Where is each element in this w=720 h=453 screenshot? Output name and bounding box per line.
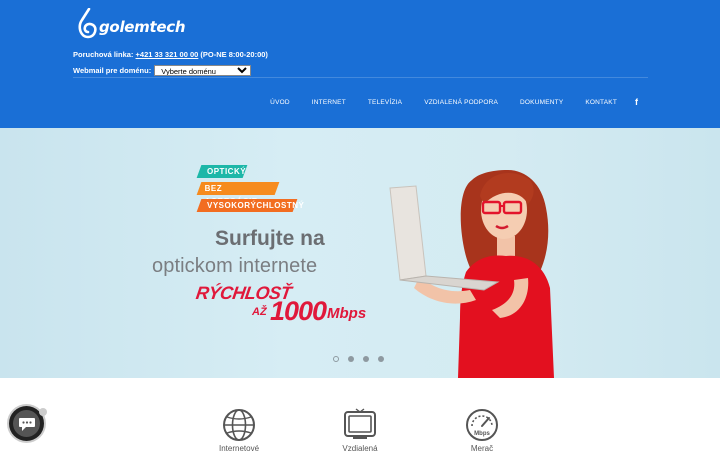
hero-subheadline: optickom internete	[152, 255, 318, 277]
hero-tag-opticky: OPTICKÝ	[196, 165, 248, 178]
hero-headline: Surfujte na	[215, 227, 325, 250]
slider-dot-1[interactable]	[333, 356, 339, 362]
golemtech-logo-icon	[78, 8, 97, 39]
speedometer-icon: Mbps	[466, 409, 498, 441]
hotline: Poruchová linka: +421 33 321 00 00 (PO-N…	[73, 50, 268, 59]
chat-status-badge	[39, 408, 47, 416]
feature-internet[interactable]: Internetové	[219, 408, 259, 453]
tv-icon	[344, 408, 376, 439]
nav-item-televizia[interactable]: TELEVÍZIA	[368, 99, 402, 106]
globe-icon	[223, 409, 255, 441]
nav-item-vzdialena-podpora[interactable]: VZDIALENÁ PODPORA	[424, 99, 498, 106]
hero-slider: OPTICKÝ BEZ AGREGÁCIE VYSOKORÝCHLOSTNÝ S…	[0, 128, 720, 378]
chat-button-inner	[13, 410, 40, 437]
logo[interactable]: golemtech	[77, 8, 186, 40]
hero-speed-value: 1000	[270, 296, 327, 326]
hotline-number-link[interactable]: +421 33 321 00 00	[136, 50, 199, 59]
slider-dot-4[interactable]	[378, 356, 384, 362]
slider-dot-2[interactable]	[348, 356, 354, 362]
nav-item-uvod[interactable]: ÚVOD	[270, 99, 290, 106]
site-header: golemtech Poruchová linka: +421 33 321 0…	[0, 0, 720, 128]
nav-item-internet[interactable]: INTERNET	[312, 99, 346, 106]
slider-dot-3[interactable]	[363, 356, 369, 362]
hero-woman-laptop-image	[389, 170, 554, 378]
feature-label: Internetové	[218, 444, 260, 453]
webmail-label: Webmail pre doménu:	[73, 66, 152, 75]
hotline-hours: (PO-NE 8:00-20:00)	[200, 50, 268, 59]
nav-item-kontakt[interactable]: KONTAKT	[585, 99, 617, 106]
feature-speed-meter[interactable]: Mbps Merač	[465, 408, 499, 453]
webmail-domain-select[interactable]: Vyberte doménu	[154, 65, 252, 76]
feature-label: Merač	[470, 444, 494, 453]
header-divider	[73, 77, 648, 78]
chat-button[interactable]	[9, 406, 47, 441]
hero-tag-label: VYSOKORÝCHLOSTNÝ	[207, 201, 305, 210]
feature-remote-support[interactable]: Vzdialená	[342, 408, 378, 453]
nav-item-dokumenty[interactable]: DOKUMENTY	[520, 99, 563, 106]
features-section: Internetové Vzdialená Mbps Merač	[0, 378, 720, 453]
hero-background	[0, 128, 720, 378]
webmail-row: Webmail pre doménu: Vyberte doménu	[73, 65, 252, 76]
facebook-icon[interactable]: f	[635, 97, 638, 107]
slider-dots	[333, 356, 393, 362]
main-nav: ÚVOD INTERNET TELEVÍZIA VZDIALENÁ PODPOR…	[270, 97, 638, 107]
hero-tag-bez-agregacie: BEZ AGREGÁCIE	[196, 182, 280, 206]
hero-tag-label: OPTICKÝ	[207, 167, 247, 176]
hero-speed-prefix: AŽ	[252, 306, 267, 318]
feature-label: Vzdialená	[342, 444, 378, 453]
hero-speed-unit: Mbps	[327, 305, 367, 322]
hero-tag-vysokorychlostny: VYSOKORÝCHLOSTNÝ	[196, 199, 304, 212]
logo-text: golemtech	[99, 18, 186, 36]
hotline-label: Poruchová linka:	[73, 50, 134, 59]
chat-icon	[18, 417, 35, 431]
speedometer-icon-label: Mbps	[474, 431, 490, 437]
